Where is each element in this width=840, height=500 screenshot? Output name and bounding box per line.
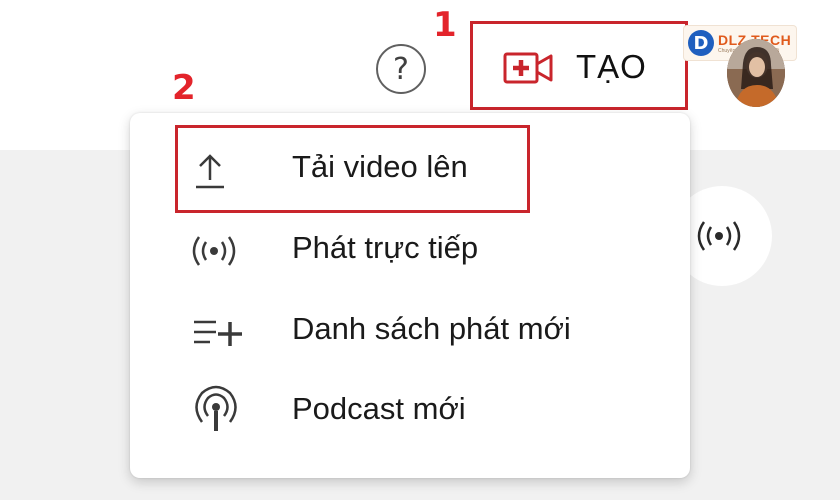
- highlight-create-box: [470, 21, 688, 110]
- playlist-add-icon: [194, 320, 242, 346]
- menu-item-label: Phát trực tiếp: [292, 230, 479, 265]
- podcast-icon: [195, 385, 237, 431]
- avatar[interactable]: [727, 39, 785, 107]
- live-broadcast-icon[interactable]: [693, 220, 745, 252]
- highlight-upload-box: [175, 125, 530, 213]
- live-broadcast-icon: [192, 236, 236, 266]
- menu-item-label: Podcast mới: [292, 391, 466, 426]
- step-number-2: 2: [172, 68, 196, 108]
- help-button[interactable]: ?: [376, 44, 426, 94]
- question-icon: ?: [393, 51, 409, 87]
- menu-item-new-playlist[interactable]: Danh sách phát mới: [130, 297, 690, 367]
- brand-logo-icon: D: [688, 30, 714, 56]
- menu-item-label: Danh sách phát mới: [292, 311, 571, 346]
- step-number-1: 1: [433, 5, 457, 45]
- menu-item-new-podcast[interactable]: Podcast mới: [130, 377, 690, 447]
- menu-item-go-live[interactable]: Phát trực tiếp: [130, 216, 690, 286]
- avatar-photo: [727, 39, 785, 107]
